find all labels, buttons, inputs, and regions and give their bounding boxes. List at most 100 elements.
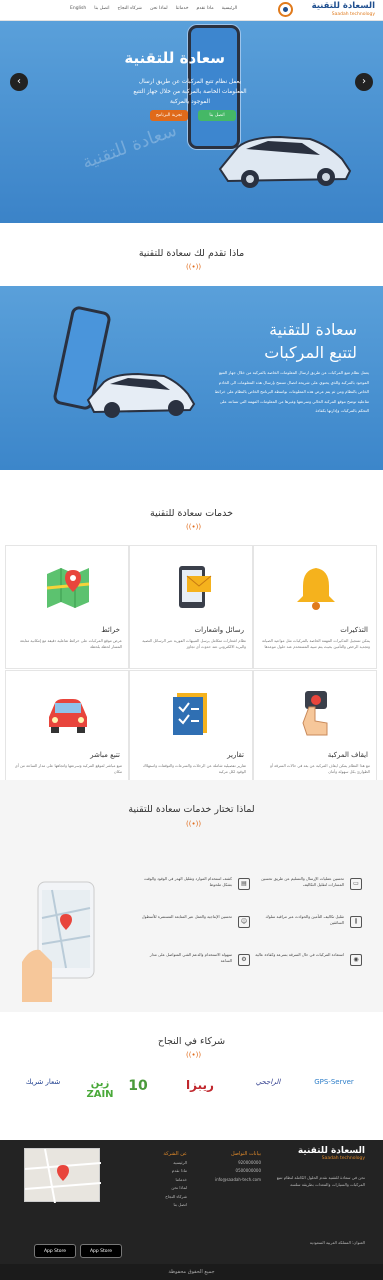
red-car-icon [49,699,87,733]
footer-about: نحن في سعادة للتقنية نقدم الحلول الكاملة… [276,1175,365,1187]
pin-icon: ◉ [350,954,362,966]
footer-brand-ar: السعادة للتقنية [297,1146,365,1156]
hero-title: سعادة للتقنية [124,49,225,67]
hero-subtitle: يعمل نظام تتبع المركبات عن طريق ارسال ال… [133,79,247,105]
hero-watermark: سعادة للتقنية [79,119,180,174]
service-card-messages[interactable]: رسائل واشعارات نظام اشعارات متكامل يرسل … [129,545,253,669]
service-title: التذكيرات [340,626,368,634]
partner-logo[interactable]: شعار شريك [14,1078,72,1118]
signal-icon: ((•)) [186,523,202,531]
contact-button[interactable]: اتصل بنا [198,110,236,121]
slider-next-button[interactable]: › [355,73,373,91]
partner-logo[interactable]: زين ZAIN [80,1078,120,1118]
footer-link[interactable]: لماذا نحن [127,1184,187,1193]
offer-title: ماذا تقدم لك سعادة للتقنية [138,248,245,259]
footer-link[interactable]: شركاء النجاح [127,1193,187,1202]
nav-why[interactable]: لماذا نحن [150,6,168,11]
map-icon [46,568,90,608]
signal-icon: ((•)) [186,820,202,828]
car-illustration-2 [86,372,196,418]
tracking-heading-line1: سعادة للتقنية [269,320,357,339]
app-store-badge[interactable]: App Store [80,1244,122,1258]
partner-logo[interactable]: 10 [118,1078,158,1118]
services-title: خدمات سعادة للتقنية [149,508,233,519]
why-item: ☺ تحسين الإنتاجية والعمل عبر المتابعة ال… [142,914,250,944]
service-card-reminders[interactable]: التذكيرات يمكن تسجيل التذكيرات المهمة ال… [253,545,377,669]
lang-switch[interactable]: English [70,6,86,11]
chart-icon: ▤ [238,878,250,890]
report-document-icon [173,693,207,735]
service-card-stop[interactable]: ايقاف المركبة مع هذا النظام يمكن ايقاف ا… [253,670,377,794]
footer-link[interactable]: الرئيسية [127,1159,187,1168]
service-desc: تقارير تفصيلية شاملة عن الرحلات والسرعات… [142,763,246,774]
partner-logo[interactable]: GPS-Server [304,1078,364,1118]
service-title: خرائط [101,626,120,634]
footer: السعادة للتقنية Saadah technology نحن في… [0,1140,383,1280]
why-item-text: تحسين الإنتاجية والعمل عبر المتابعة المس… [141,914,232,919]
nav-offer[interactable]: ماذا نقدم [197,6,214,11]
road-icon: ⫼ [350,916,362,928]
tracking-heading-line2: لتتبع المركبات [264,343,357,362]
hero-slider: سعادة للتقنية سعادة للتقنية يعمل نظام تت… [0,21,383,223]
footer-link[interactable]: اتصل بنا [127,1201,187,1210]
brand-logo[interactable]: السعادة للتقنية Saadah technology [277,1,377,19]
footer-mobile[interactable]: 0500000000 [201,1167,261,1176]
trial-button[interactable]: تجربة البرنامج [150,110,188,121]
nav-partners[interactable]: شركاء النجاح [117,6,141,11]
top-navbar: الرئيسية ماذا نقدم خدماتنا لماذا نحن شرك… [0,0,383,21]
map-pin-icon [24,1148,102,1204]
partner-logo[interactable]: الراجحي [238,1078,298,1118]
why-item-text: سهولة الاستخدام والدعم الفني المتواصل عل… [149,952,232,964]
footer-link[interactable]: ماذا نقدم [127,1167,187,1176]
service-card-maps[interactable]: خرائط عرض موقع المركبات على خرائط تفاعلي… [5,545,129,669]
service-desc: مع هذا النظام يمكن ايقاف المركبة عن بعد … [270,763,370,774]
footer-phone[interactable]: 920000000 [201,1159,261,1168]
footer-brand-en: Saadah technology [321,1156,365,1161]
stop-button-hand-icon [302,691,328,736]
why-item-text: تقليل تكاليف التأمين والحوادث عبر مراقبة… [265,914,344,926]
footer-contact: بيانات التواصل 920000000 0500000000 info… [201,1150,261,1184]
tracking-paragraph: يعمل نظام تتبع المركبات عن طريق ارسال ال… [214,370,369,413]
footer-contact-title: بيانات التواصل [230,1151,261,1157]
service-title: رسائل واشعارات [194,626,244,634]
app-store-badge[interactable]: App Store [34,1244,76,1258]
phone-message-icon [179,566,212,608]
partners-title: شركاء في النجاح [157,1036,226,1047]
slider-prev-button[interactable]: ‹ [10,73,28,91]
footer-email[interactable]: info@saadah-tech.com [201,1176,261,1185]
partner-logo[interactable]: ريبزا [172,1078,228,1118]
people-icon: ☺ [238,916,250,928]
brand-name-en: Saadah technology [331,12,375,17]
why-item: ▭ تحسين عمليات الإرسال والتسليم عن طريق … [254,876,362,906]
footer-link[interactable]: خدماتنا [127,1176,187,1185]
location-map[interactable] [24,1148,102,1204]
footer-links-title: عن الشركة [163,1151,187,1157]
why-section: لماذا تختار خدمات سعادة للتقنية ((•)) ▭ … [0,780,383,1012]
footer-links: عن الشركة الرئيسية ماذا نقدم خدماتنا لما… [127,1150,187,1210]
why-item-text: كشف استخدام الموارد وتقليل الهدر في الوق… [144,876,232,888]
service-title: ايقاف المركبة [327,751,368,759]
gear-icon: ⚙ [238,954,250,966]
footer-address: العنوان: المملكة العربية السعودية [309,1240,365,1245]
bell-icon [297,568,335,610]
service-desc: تتبع مباشر لموقع المركبة وسرعتها واتجاهه… [14,763,122,774]
service-desc: نظام اشعارات متكامل يرسل التنبيهات الفور… [142,638,246,649]
nav-contact[interactable]: اتصل بنا [94,6,109,11]
signal-icon: ((•)) [186,263,202,271]
service-title: تقارير [227,751,244,759]
service-card-reports[interactable]: تقارير تقارير تفصيلية شاملة عن الرحلات و… [129,670,253,794]
tracking-heading: سعادة للتقنية لتتبع المركبات [264,318,357,364]
service-card-live[interactable]: تتبع مباشر تتبع مباشر لموقع المركبة وسرع… [5,670,129,794]
nav-home[interactable]: الرئيسية [222,6,238,11]
why-item: ⚙ سهولة الاستخدام والدعم الفني المتواصل … [142,952,250,982]
nav-services[interactable]: خدماتنا [176,6,189,11]
why-title: لماذا تختار خدمات سعادة للتقنية [128,804,255,815]
nav-menu: الرئيسية ماذا نقدم خدماتنا لماذا نحن شرك… [70,6,237,11]
truck-icon: ▭ [350,878,362,890]
hand-phone-map-illustration [22,881,95,1002]
why-item-text: تحسين عمليات الإرسال والتسليم عن طريق تح… [261,876,344,888]
tracking-section: سعادة للتقنية لتتبع المركبات يعمل نظام ت… [0,286,383,470]
service-desc: يمكن تسجيل التذكيرات المهمة الخاصة بالمر… [261,638,370,649]
signal-icon: ((•)) [186,1051,202,1059]
why-item: ◉ استعادة المركبات في حال السرقة بسرعة و… [254,952,362,982]
